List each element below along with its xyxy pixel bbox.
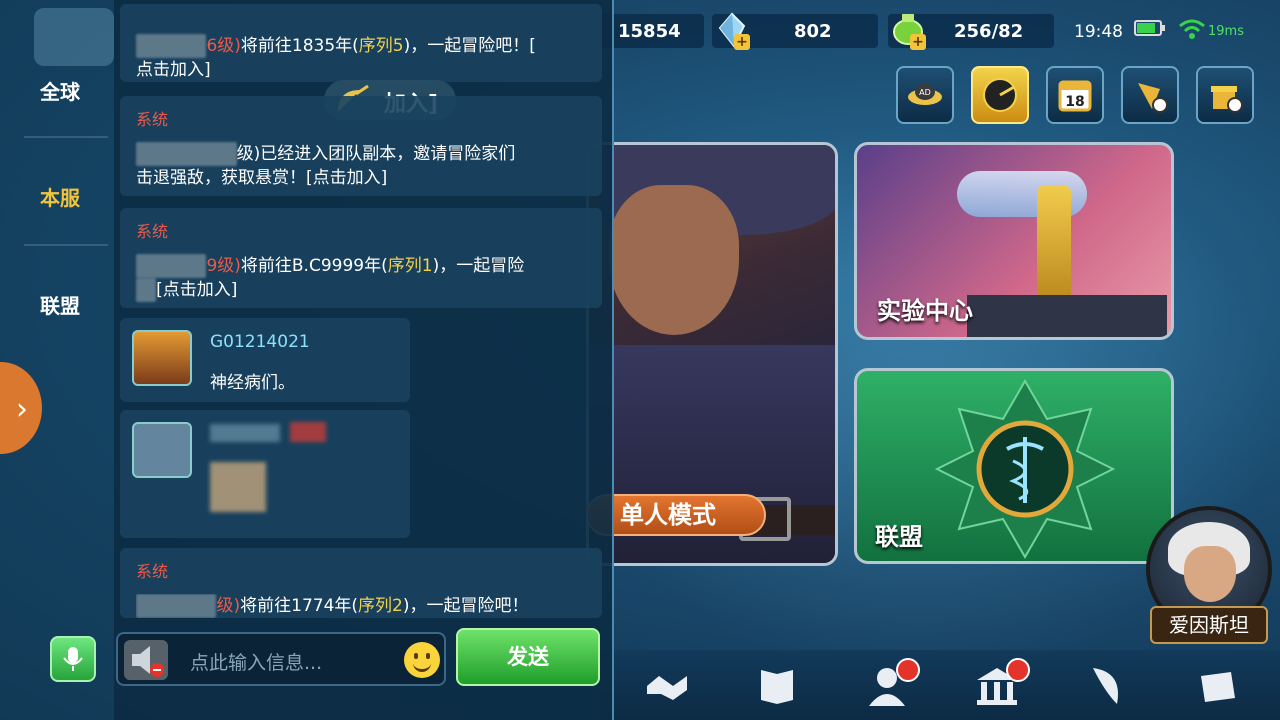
gift-timer-icon[interactable] — [1196, 66, 1254, 124]
energy-value: 256/82 — [954, 21, 1024, 42]
ad-ufo-icon: AD — [908, 84, 942, 105]
caduceus-emblem-icon — [935, 379, 1115, 559]
chat-user-message: G01214021 神经病们。 — [120, 318, 410, 402]
add-gems-icon[interactable]: + — [734, 34, 750, 50]
chevron-right-icon: › — [16, 392, 28, 427]
ad-icon[interactable]: AD — [896, 66, 954, 124]
chat-user-message — [120, 410, 410, 538]
hero-nav[interactable] — [832, 658, 942, 708]
bottom-nav-icons — [612, 658, 1272, 708]
book-icon — [761, 670, 793, 704]
bag-nav[interactable] — [1162, 664, 1272, 708]
handshake-nav[interactable] — [612, 664, 722, 708]
system-label: 系统 — [136, 222, 169, 241]
divider — [24, 136, 108, 138]
message-text: xxxxxxx9级)将前往B.C9999年(序列1)，一起冒险xx[点击加入] — [136, 254, 588, 302]
lab-card[interactable]: 实验中心 — [854, 142, 1174, 340]
message-text: xxxxxxxxxx级)已经进入团队副本，邀请冒险家们击退强敌，获取悬赏！[点击… — [136, 142, 516, 188]
svg-text:18: 18 — [1065, 94, 1084, 110]
alliance-card-title: 联盟 — [875, 523, 923, 551]
ping-readout: 19ms — [1208, 24, 1244, 39]
user-message-text: 神经病们。 — [210, 373, 295, 393]
chat-input-box[interactable]: 点此输入信息... — [116, 632, 446, 686]
user-name[interactable]: G01214021 — [210, 332, 310, 352]
user-name-redacted — [210, 424, 280, 442]
calendar-icon[interactable]: 18 — [1046, 66, 1104, 124]
join-link[interactable]: 点击加入] — [136, 60, 211, 80]
speaker-muted-icon — [132, 646, 164, 677]
message-input-placeholder[interactable]: 点此输入信息... — [190, 648, 322, 675]
lab-title: 实验中心 — [877, 297, 973, 325]
system-label: 系统 — [136, 110, 169, 129]
join-link[interactable]: 击退强敌，获取悬赏！[点击加入] — [136, 168, 387, 188]
gold-value: 15854 — [618, 21, 681, 42]
user-avatar[interactable] — [132, 422, 192, 478]
wifi-icon — [1179, 19, 1205, 39]
calendar-18-icon: 18 — [1058, 80, 1092, 112]
sticker-redacted — [210, 462, 266, 512]
gold-counter: 15854 — [600, 14, 704, 48]
energy-counter[interactable]: + 256/82 — [888, 14, 1054, 50]
message-text: xxxxxxx6级)将前往1835年(序列5)，一起冒险吧！[点击加入] — [136, 34, 536, 80]
add-energy-icon[interactable]: + — [910, 34, 926, 50]
hero-portrait — [609, 185, 739, 335]
divider — [24, 244, 108, 246]
chat-tab-rail: 全球 本服 联盟 — [0, 0, 114, 720]
alliance-card[interactable]: 联盟 — [854, 368, 1174, 564]
npc-name[interactable]: 爱因斯坦 — [1150, 606, 1268, 644]
bank-nav[interactable] — [942, 658, 1052, 708]
lab-machine-image — [967, 295, 1167, 337]
tab-server[interactable]: 本服 — [40, 182, 80, 211]
microphone-icon — [63, 647, 83, 671]
chat-system-message: 系统 xxxxxxx9级)将前往B.C9999年(序列1)，一起冒险xx[点击加… — [120, 208, 602, 308]
message-text: xxxxxxxx级)将前往1774年(序列2)，一起冒险吧！ — [136, 594, 588, 618]
user-avatar[interactable] — [132, 330, 192, 386]
notification-dot — [896, 658, 920, 682]
gift-icon — [1211, 86, 1243, 113]
top-icon-row: AD 18 — [896, 66, 1254, 124]
quill-icon — [1093, 668, 1118, 704]
gem-counter[interactable]: + 802 — [712, 12, 878, 50]
clock: 19:48 — [1074, 22, 1123, 42]
svg-text:AD: AD — [919, 88, 931, 97]
emoji-icon[interactable] — [404, 642, 440, 678]
send-button[interactable]: 发送 — [456, 628, 600, 686]
kite-icon — [1138, 83, 1168, 113]
speaker-toggle[interactable] — [124, 640, 168, 680]
quest-nav[interactable] — [1052, 664, 1162, 708]
radar-sweep-icon — [983, 78, 1017, 112]
bag-icon — [1201, 672, 1235, 702]
system-label: 系统 — [136, 562, 169, 581]
tab-alliance[interactable]: 联盟 — [40, 290, 80, 319]
join-link[interactable]: [点击加入] — [156, 280, 237, 300]
gem-value: 802 — [794, 21, 832, 42]
voice-button[interactable] — [50, 636, 96, 682]
notification-dot — [1006, 658, 1030, 682]
handshake-icon — [647, 676, 687, 700]
chat-system-message: 系统 xxxxxxxx级)将前往1774年(序列2)，一起冒险吧！ — [120, 548, 602, 618]
kite-timer-icon[interactable] — [1121, 66, 1179, 124]
chat-system-message: 系统 xxxxxxxxxx级)已经进入团队副本，邀请冒险家们击退强敌，获取悬赏！… — [120, 96, 602, 196]
player-avatar[interactable] — [34, 8, 114, 66]
tab-global[interactable]: 全球 — [40, 76, 80, 105]
book-nav[interactable] — [722, 664, 832, 708]
npc-face — [1184, 546, 1236, 602]
battery-icon — [1134, 20, 1165, 36]
user-badge-redacted — [290, 422, 326, 442]
chat-panel: xxxxxxx6级)将前往1835年(序列5)，一起冒险吧！[点击加入] 加入]… — [114, 0, 614, 720]
chat-system-message: xxxxxxx6级)将前往1835年(序列5)，一起冒险吧！[点击加入] — [120, 4, 602, 82]
radar-icon[interactable] — [971, 66, 1029, 124]
